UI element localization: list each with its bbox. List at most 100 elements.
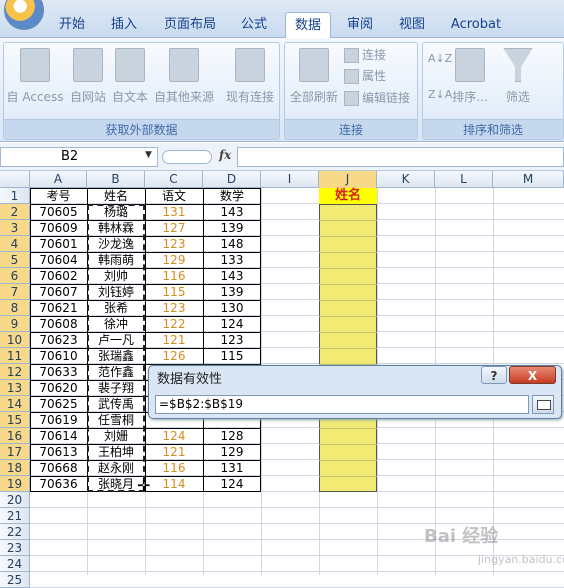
insert-function-icon[interactable]: fx [219, 148, 231, 162]
cross-cursor-icon: ✛ [137, 476, 151, 495]
existing-connections-button[interactable]: 现有连接 [222, 48, 278, 105]
refresh-all-button[interactable]: 全部刷新 [287, 48, 341, 105]
edit-links-button[interactable]: 编辑链接 [344, 88, 410, 108]
row-header[interactable]: 20 [0, 492, 30, 508]
column-header-a[interactable]: A [30, 171, 87, 188]
row-header[interactable]: 13 [0, 380, 30, 396]
source-range-input[interactable]: =$B$2:$B$19 [155, 395, 529, 414]
j-cell-divider [319, 476, 377, 477]
column-header-l[interactable]: L [435, 171, 493, 188]
row-header[interactable]: 15 [0, 412, 30, 428]
connections-button[interactable]: 连接 [344, 45, 386, 65]
sort-icon [455, 48, 485, 82]
gridline [30, 507, 564, 508]
group-label: 连接 [285, 119, 417, 139]
j-cell-divider [319, 332, 377, 333]
row-header[interactable]: 18 [0, 460, 30, 476]
formula-bar-handle[interactable] [162, 150, 212, 164]
row-header[interactable]: 5 [0, 252, 30, 268]
row-header[interactable]: 22 [0, 524, 30, 540]
column-header-i[interactable]: I [261, 171, 319, 188]
refresh-icon [299, 48, 329, 82]
name-box[interactable]: B2 [0, 147, 158, 167]
database-icon [169, 48, 199, 82]
copy-marquee-b2-b19 [87, 204, 145, 492]
link-icon [344, 91, 359, 106]
j-cell-divider [319, 428, 377, 429]
row-header[interactable]: 23 [0, 540, 30, 556]
table-border [30, 188, 261, 492]
j-cell-divider [319, 460, 377, 461]
row-header[interactable]: 10 [0, 332, 30, 348]
sort-descending-icon[interactable]: Z↓A [428, 88, 452, 101]
column-header-b[interactable]: B [87, 171, 145, 188]
watermark-url: jingyan.baidu.com [478, 553, 564, 566]
column-header-m[interactable]: M [493, 171, 564, 188]
column-header-c[interactable]: C [145, 171, 203, 188]
column-header-d[interactable]: D [203, 171, 261, 188]
row-header[interactable]: 8 [0, 300, 30, 316]
help-button[interactable]: ? [481, 366, 507, 384]
tab-data[interactable]: 数据 [285, 12, 331, 39]
row-header[interactable]: 17 [0, 444, 30, 460]
properties-button[interactable]: 属性 [344, 66, 386, 86]
j-cell-divider [319, 316, 377, 317]
j-cell-divider [319, 444, 377, 445]
row-header[interactable]: 4 [0, 236, 30, 252]
j-cell-divider [319, 252, 377, 253]
row-header[interactable]: 19 [0, 476, 30, 492]
row-header[interactable]: 25 [0, 572, 30, 588]
j-cell-divider [319, 268, 377, 269]
row-header[interactable]: 6 [0, 268, 30, 284]
tab-formulas[interactable]: 公式 [232, 12, 276, 38]
group-label: 获取外部数据 [4, 119, 279, 139]
tab-review[interactable]: 审阅 [338, 12, 382, 38]
formula-input[interactable] [237, 147, 564, 167]
row-header[interactable]: 21 [0, 508, 30, 524]
select-all-corner[interactable] [0, 171, 30, 188]
row-header[interactable]: 24 [0, 556, 30, 572]
j-cell-divider [319, 284, 377, 285]
j-cell-divider [319, 220, 377, 221]
gridline [30, 571, 564, 572]
from-text-button[interactable]: 自文本 [110, 48, 150, 105]
chevron-down-icon[interactable]: ▼ [145, 150, 152, 160]
text-file-icon [115, 48, 145, 82]
tab-view[interactable]: 视图 [390, 12, 434, 38]
tab-insert[interactable]: 插入 [102, 12, 146, 38]
row-header[interactable]: 7 [0, 284, 30, 300]
column-header-k[interactable]: K [377, 171, 435, 188]
row-header[interactable]: 14 [0, 396, 30, 412]
from-other-sources-button[interactable]: 自其他来源 [152, 48, 216, 105]
row-header[interactable]: 16 [0, 428, 30, 444]
sort-ascending-icon[interactable]: A↓Z [428, 52, 452, 65]
connections-icon [344, 48, 359, 63]
dialog-title: 数据有效性 [157, 372, 223, 387]
from-access-button[interactable]: 自 Access [6, 48, 64, 105]
row-header[interactable]: 12 [0, 364, 30, 380]
tab-home[interactable]: 开始 [50, 12, 94, 38]
filter-icon [503, 48, 533, 82]
tab-acrobat[interactable]: Acrobat [446, 12, 506, 38]
expand-dialog-icon[interactable] [532, 395, 554, 414]
cell-j1[interactable]: 姓名 [319, 188, 377, 204]
row-header[interactable]: 11 [0, 348, 30, 364]
properties-icon [344, 69, 359, 84]
from-web-button[interactable]: 自网站 [64, 48, 112, 105]
filter-button[interactable]: 筛选 [498, 48, 538, 105]
row-header[interactable]: 3 [0, 220, 30, 236]
sort-button[interactable]: 排序... [450, 48, 490, 105]
tab-page-layout[interactable]: 页面布局 [156, 12, 224, 38]
j-cell-divider [319, 300, 377, 301]
close-button[interactable]: X [509, 366, 556, 384]
j-cell-divider [319, 236, 377, 237]
access-icon [20, 48, 50, 82]
web-icon [73, 48, 103, 82]
row-header[interactable]: 2 [0, 204, 30, 220]
row-header[interactable]: 1 [0, 188, 30, 204]
j-cell-divider [319, 348, 377, 349]
column-header-j[interactable]: J [319, 171, 377, 188]
row-header[interactable]: 9 [0, 316, 30, 332]
group-label: 排序和筛选 [423, 119, 563, 139]
connection-icon [235, 48, 265, 82]
